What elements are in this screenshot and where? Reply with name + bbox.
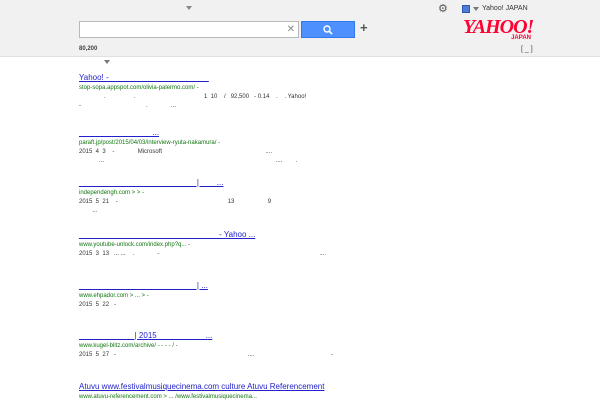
result-url[interactable]: independengh.com > > - <box>79 188 559 198</box>
result-snippet-line: 2015 5 21 - 13 9 <box>79 199 272 205</box>
result-url[interactable]: www.kugel-blitz.com/archive/ - - - - / - <box>79 341 559 351</box>
result-url[interactable]: www.ehpador.com > ... > - <box>79 291 559 301</box>
search-result: ________________ ... paraft.jp/post/2015… <box>79 128 559 166</box>
result-title-link[interactable]: Atuvu www.festivalmusiquecinema.com cult… <box>79 382 559 392</box>
nav-dropdown-caret-icon[interactable] <box>186 6 192 10</box>
search-result: _______________________________ - Yahoo … <box>79 230 559 259</box>
result-snippet-line: 2015 4 3 - Microsoft .... <box>79 149 273 155</box>
result-url[interactable]: stop-sopa.appspot.com/olivia-palermo.com… <box>79 83 559 93</box>
result-snippet-line: - . ... <box>79 103 177 109</box>
result-title-link[interactable]: Yahoo! - ______________________ <box>79 73 559 83</box>
user-menu[interactable]: Yahoo! JAPAN <box>462 4 528 14</box>
result-snippet-line: 2015 5 27 - .... - <box>79 352 334 358</box>
search-result: ____________ | 2015 __________ ... www.k… <box>79 331 559 360</box>
search-result: Atuvu www.festivalmusiquecinema.com cult… <box>79 382 559 402</box>
checkbox-icon <box>462 5 470 13</box>
result-title-link[interactable]: __________________________ | ... <box>79 281 559 291</box>
result-count: 80,200 <box>79 46 98 52</box>
search-box[interactable]: ✕ <box>79 21 299 40</box>
result-url[interactable]: www.youtube-unlock.com/index.php?q... - <box>79 240 559 250</box>
gear-icon[interactable]: ⚙ <box>438 3 448 15</box>
result-url[interactable]: www.atuvu-referencement.com > ... /www.f… <box>79 392 559 402</box>
yahoo-logo[interactable]: YAHOO! JAPAN <box>463 17 535 41</box>
result-snippet-line: . . 1 10 / 92,500 - 0.14 . . Yahoo! <box>79 94 307 100</box>
close-icon[interactable]: ✕ <box>287 22 295 37</box>
logo-main-text: YAHOO! <box>463 16 534 38</box>
result-url[interactable]: paraft.jp/post/2015/04/03/interview-ryut… <box>79 138 559 148</box>
result-snippet-line: ... .... . <box>79 158 298 164</box>
search-input[interactable] <box>80 24 286 40</box>
add-icon[interactable]: + <box>360 20 368 36</box>
search-button[interactable] <box>301 21 355 38</box>
user-label: Yahoo! JAPAN <box>482 5 528 12</box>
bracket-toggle[interactable]: [ _ ] <box>521 46 533 53</box>
chevron-down-icon <box>473 7 479 11</box>
result-snippet-line: ... <box>79 208 98 214</box>
filter-dropdown-caret-icon[interactable] <box>104 60 110 64</box>
search-result: __________________________ | ... www.ehp… <box>79 281 559 310</box>
search-icon <box>323 25 333 35</box>
result-snippet-line: 2015 3 13 ... ... . - .... <box>79 251 327 257</box>
result-title-link[interactable]: ____________ | 2015 __________ ... <box>79 331 559 341</box>
search-result: __________________________ | ___ ... ind… <box>79 178 559 216</box>
search-result: Yahoo! - ______________________ stop-sop… <box>79 73 559 111</box>
result-title-link[interactable]: __________________________ | ___ ... <box>79 178 559 188</box>
top-bar: ⚙ Yahoo! JAPAN ✕ + YAHOO! JAPAN 80,200 [… <box>0 0 600 57</box>
result-title-link[interactable]: ________________ ... <box>79 128 559 138</box>
result-snippet-line: 2015 5 22 - <box>79 302 117 308</box>
result-title-link[interactable]: _______________________________ - Yahoo … <box>79 230 559 240</box>
